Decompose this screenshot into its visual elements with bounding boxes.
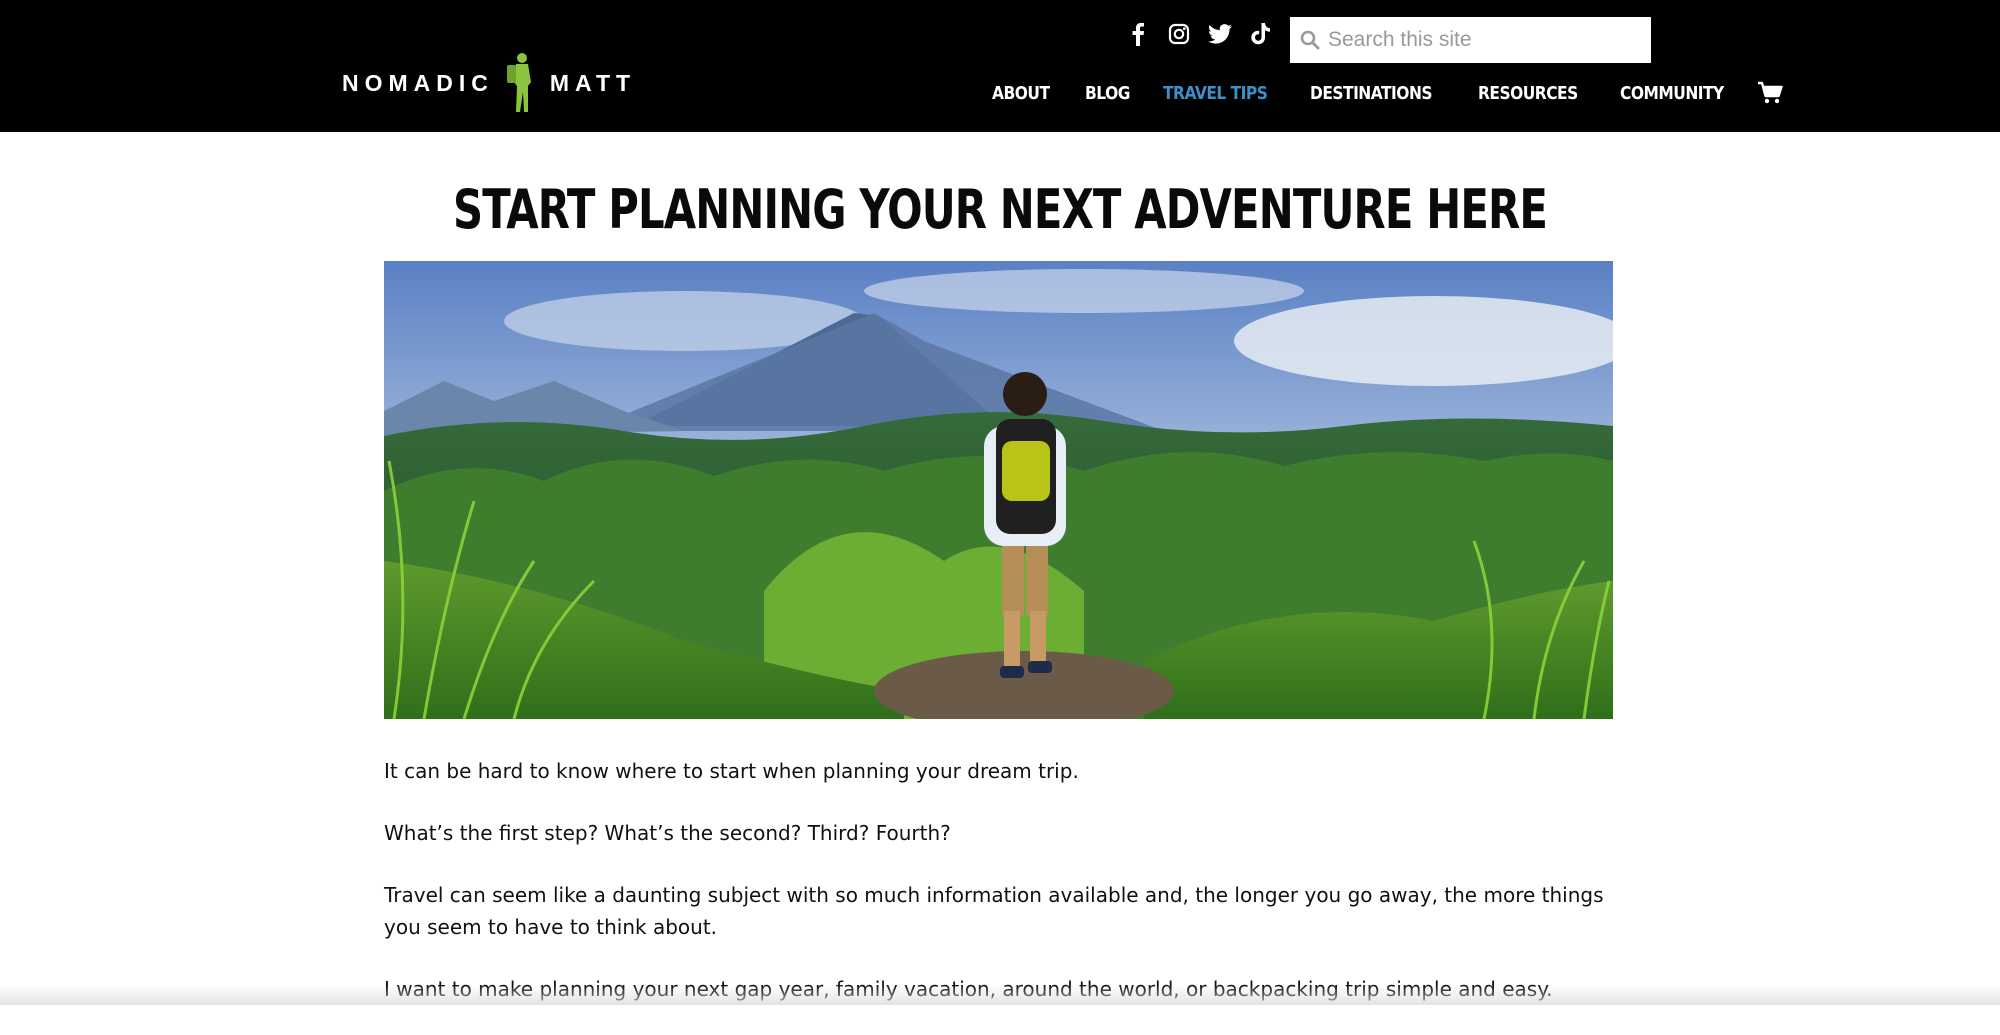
page-title: START PLANNING YOUR NEXT ADVENTURE HERE — [452, 178, 1548, 241]
site-header: NOMADIC MATT ABOUT BLOG TRAVEL TIPS — [0, 0, 2000, 132]
social-links — [1124, 20, 1274, 47]
main-nav: ABOUT BLOG TRAVEL TIPS DESTINATIONS RESO… — [992, 78, 1783, 108]
nav-item-blog[interactable]: BLOG — [1085, 83, 1130, 104]
site-logo[interactable]: NOMADIC MATT — [342, 52, 636, 114]
search-input[interactable] — [1326, 27, 1630, 53]
logo-text-left: NOMADIC — [342, 69, 494, 96]
hero-image — [384, 261, 1613, 719]
nav-item-resources[interactable]: RESOURCES — [1478, 83, 1578, 104]
instagram-icon[interactable] — [1165, 20, 1192, 47]
nav-item-about[interactable]: ABOUT — [992, 83, 1050, 104]
hero-illustration — [384, 261, 1613, 719]
facebook-icon[interactable] — [1124, 20, 1151, 47]
viewport-fade — [0, 985, 2000, 1005]
search-icon[interactable] — [1300, 30, 1320, 50]
logo-text-right: MATT — [549, 69, 637, 96]
paragraph: What’s the first step? What’s the second… — [384, 821, 951, 845]
paragraph: Travel can seem like a daunting subject … — [384, 883, 1604, 939]
paragraph: It can be hard to know where to start wh… — [384, 759, 1079, 783]
backpacker-logo-icon — [506, 53, 531, 112]
nav-item-travel-tips[interactable]: TRAVEL TIPS — [1163, 83, 1268, 104]
search-box — [1290, 17, 1651, 63]
nav-item-community[interactable]: COMMUNITY — [1620, 83, 1724, 104]
tiktok-icon[interactable] — [1247, 20, 1274, 47]
twitter-icon[interactable] — [1206, 20, 1233, 47]
shopping-cart-icon[interactable] — [1757, 81, 1783, 105]
nav-item-destinations[interactable]: DESTINATIONS — [1310, 83, 1433, 104]
